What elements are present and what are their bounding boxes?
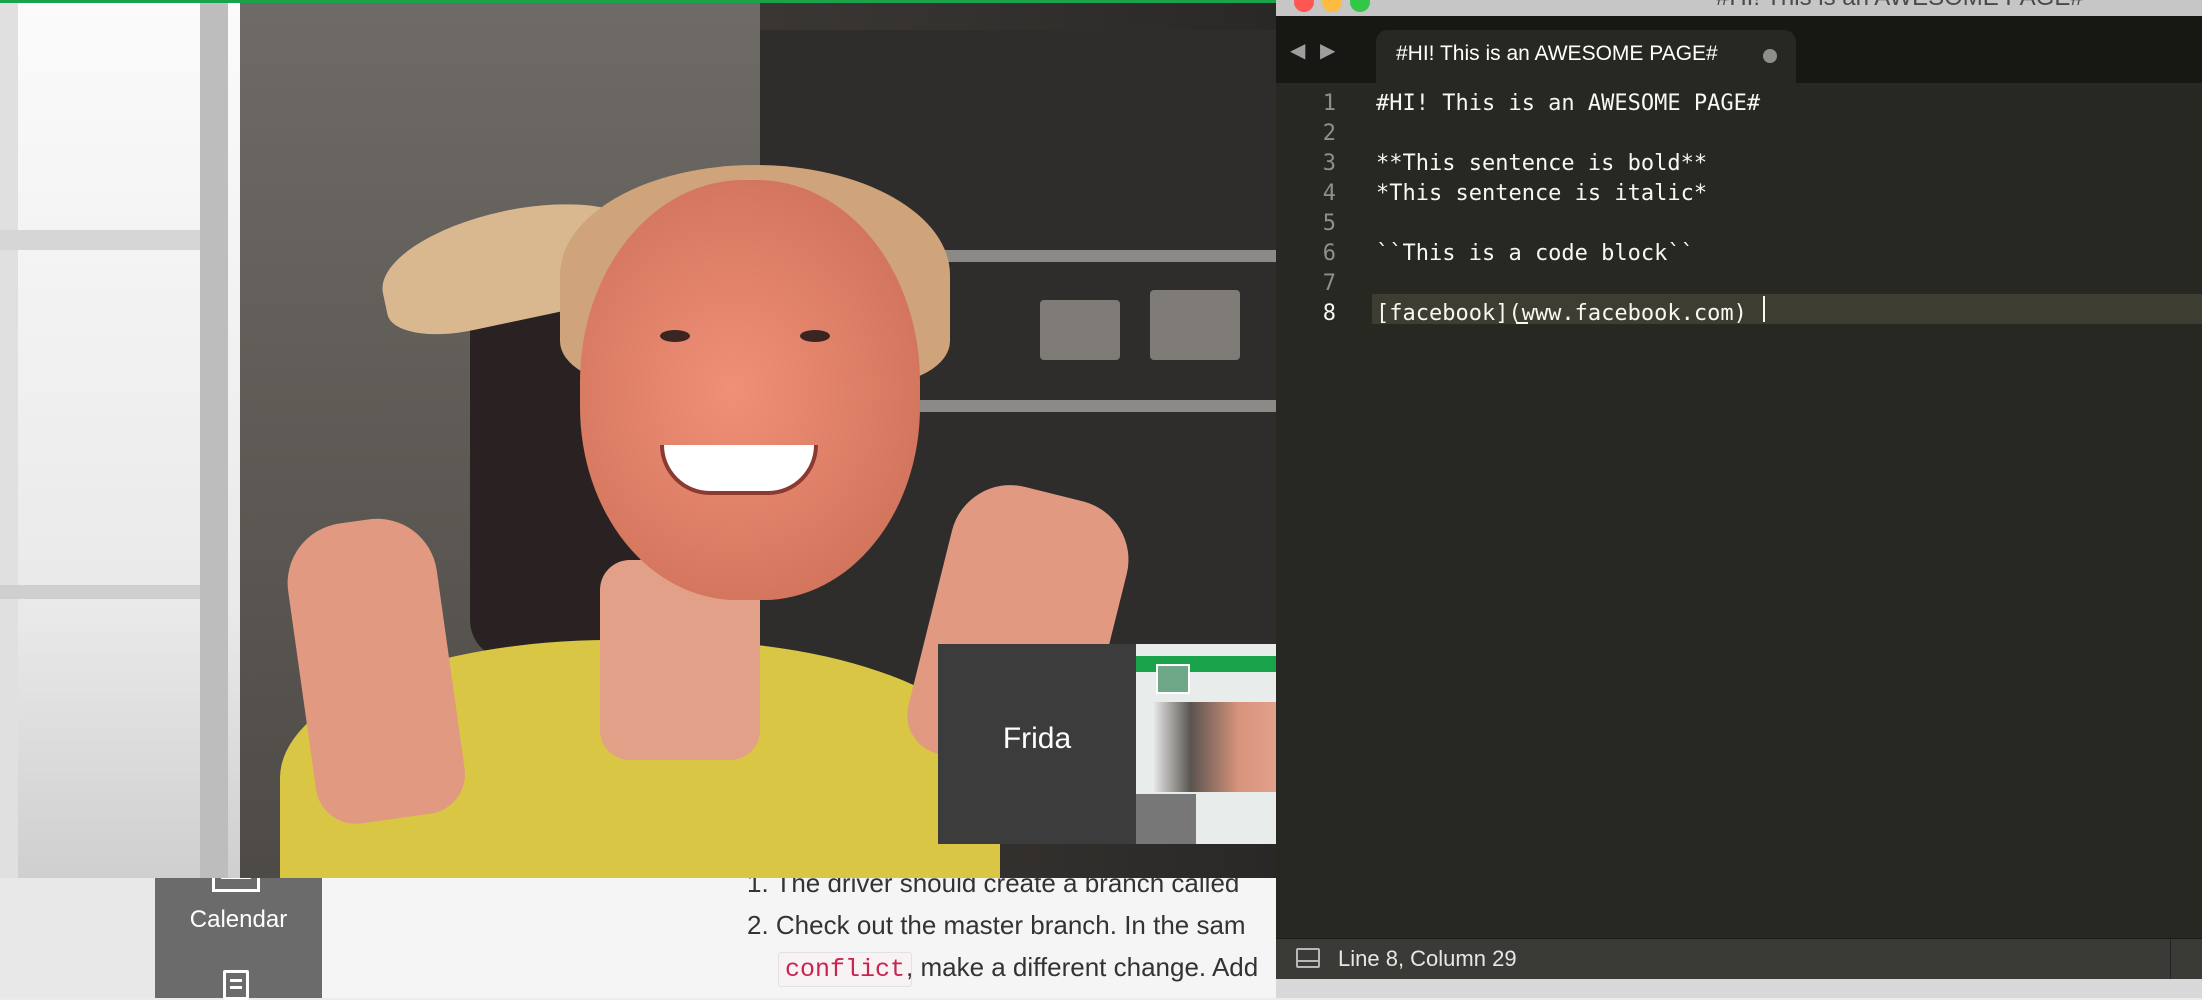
status-divider — [2170, 939, 2171, 979]
code-line[interactable]: [facebook](www.facebook.com) — [1376, 301, 1747, 326]
line-number: 3 — [1322, 151, 1336, 176]
call-accent-bar — [0, 0, 1276, 3]
line-number-gutter: 1 2 3 4 5 6 7 8 — [1276, 83, 1372, 943]
code-line[interactable]: ``This is a code block`` — [1376, 241, 1694, 266]
participant-name: Frida — [1002, 722, 1072, 755]
bracket-match-marker — [1516, 322, 1528, 324]
panel-toggle-icon[interactable] — [1296, 948, 1320, 968]
person-smile — [660, 445, 818, 495]
line-number: 2 — [1322, 121, 1336, 146]
status-bar: Line 8, Column 29 — [1276, 938, 2202, 979]
chevron-left-icon[interactable]: ◀ — [1290, 38, 1305, 63]
code-line[interactable]: **This sentence is bold** — [1376, 151, 1707, 176]
storage-box — [1040, 300, 1120, 360]
unsaved-dot-icon[interactable] — [1763, 49, 1777, 63]
line-number: 6 — [1322, 241, 1336, 266]
person-eye — [800, 330, 830, 342]
line-number: 7 — [1322, 271, 1336, 296]
self-video-preview — [1154, 702, 1276, 792]
code-line[interactable]: #HI! This is an AWESOME PAGE# — [1376, 91, 1760, 116]
close-window-button[interactable] — [1294, 0, 1314, 12]
window-bottom-edge — [1276, 979, 2202, 998]
zoom-window-button[interactable] — [1350, 0, 1370, 12]
line-number: 8 — [1322, 301, 1336, 326]
person-face — [580, 180, 920, 600]
instruction-step-2-continued: , make a different change. Add — [906, 952, 1259, 982]
tab-label: #HI! This is an AWESOME PAGE# — [1396, 42, 1718, 65]
chevron-right-icon[interactable]: ▶ — [1320, 38, 1335, 63]
self-view-sidebar — [1136, 794, 1196, 844]
text-editor-window: #HI! This is an AWESOME PAGE# ◀ ▶ #HI! T… — [1276, 0, 2202, 998]
window-title-bar[interactable]: #HI! This is an AWESOME PAGE# — [1276, 0, 2202, 16]
person-eye — [660, 330, 690, 342]
minimize-window-button[interactable] — [1322, 0, 1342, 12]
video-call-feed: Frida — [0, 0, 1276, 878]
window-frame — [0, 230, 200, 250]
self-view-thumbnail[interactable] — [1136, 644, 1276, 844]
page-margin — [0, 878, 155, 998]
window-frame — [200, 0, 228, 878]
tab-bar: ◀ ▶ #HI! This is an AWESOME PAGE# — [1276, 16, 2202, 83]
window-title: #HI! This is an AWESOME PAGE# — [1716, 0, 2084, 12]
document-icon[interactable] — [223, 970, 249, 1000]
line-number: 1 — [1322, 91, 1336, 116]
screen-share-icon — [1156, 664, 1190, 694]
instruction-step-2: 2. Check out the master branch. In the s… — [747, 910, 1246, 940]
line-number: 4 — [1322, 181, 1336, 206]
window-frame — [0, 0, 18, 878]
storage-box — [1150, 290, 1240, 360]
sidebar-item-calendar[interactable]: Calendar — [155, 906, 322, 934]
line-number: 5 — [1322, 211, 1336, 236]
inline-code-conflict: conflict — [778, 952, 913, 987]
cursor-position: Line 8, Column 29 — [1338, 946, 1517, 971]
window-frame — [0, 585, 200, 599]
text-caret — [1763, 296, 1765, 322]
code-line[interactable]: *This sentence is italic* — [1376, 181, 1707, 206]
